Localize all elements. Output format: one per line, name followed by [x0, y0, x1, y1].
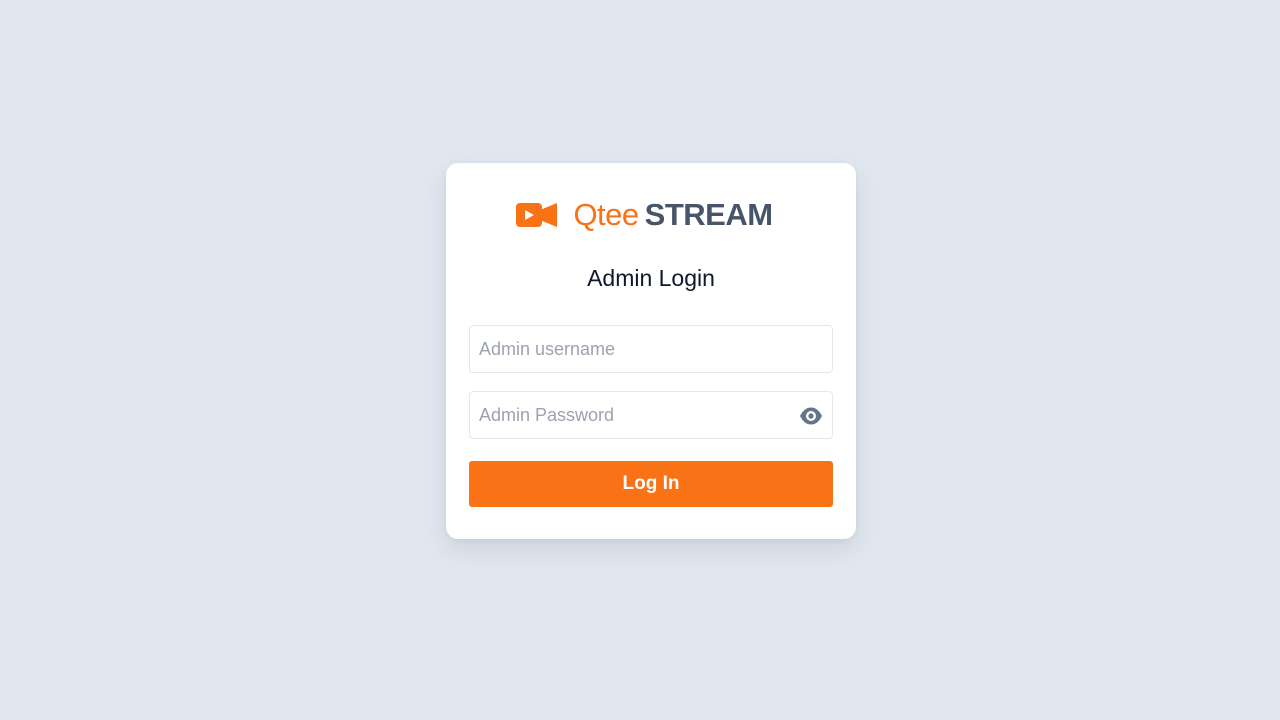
password-field-container [469, 391, 833, 439]
brand-logo: Qtee STREAM [446, 197, 856, 233]
brand-wordmark: Qtee STREAM [573, 197, 773, 233]
username-input[interactable] [470, 326, 832, 372]
eye-icon[interactable] [799, 405, 823, 427]
video-camera-icon [516, 203, 558, 227]
password-input[interactable] [470, 392, 832, 438]
page-title: Admin Login [587, 265, 715, 291]
brand-name-part1: Qtee [573, 197, 639, 232]
login-card: QteeSTREAM Admin Login Log In [446, 163, 856, 539]
username-field-container [469, 325, 833, 373]
brand-name-part2: STREAM [644, 197, 773, 232]
login-button[interactable]: Log In [469, 461, 833, 507]
